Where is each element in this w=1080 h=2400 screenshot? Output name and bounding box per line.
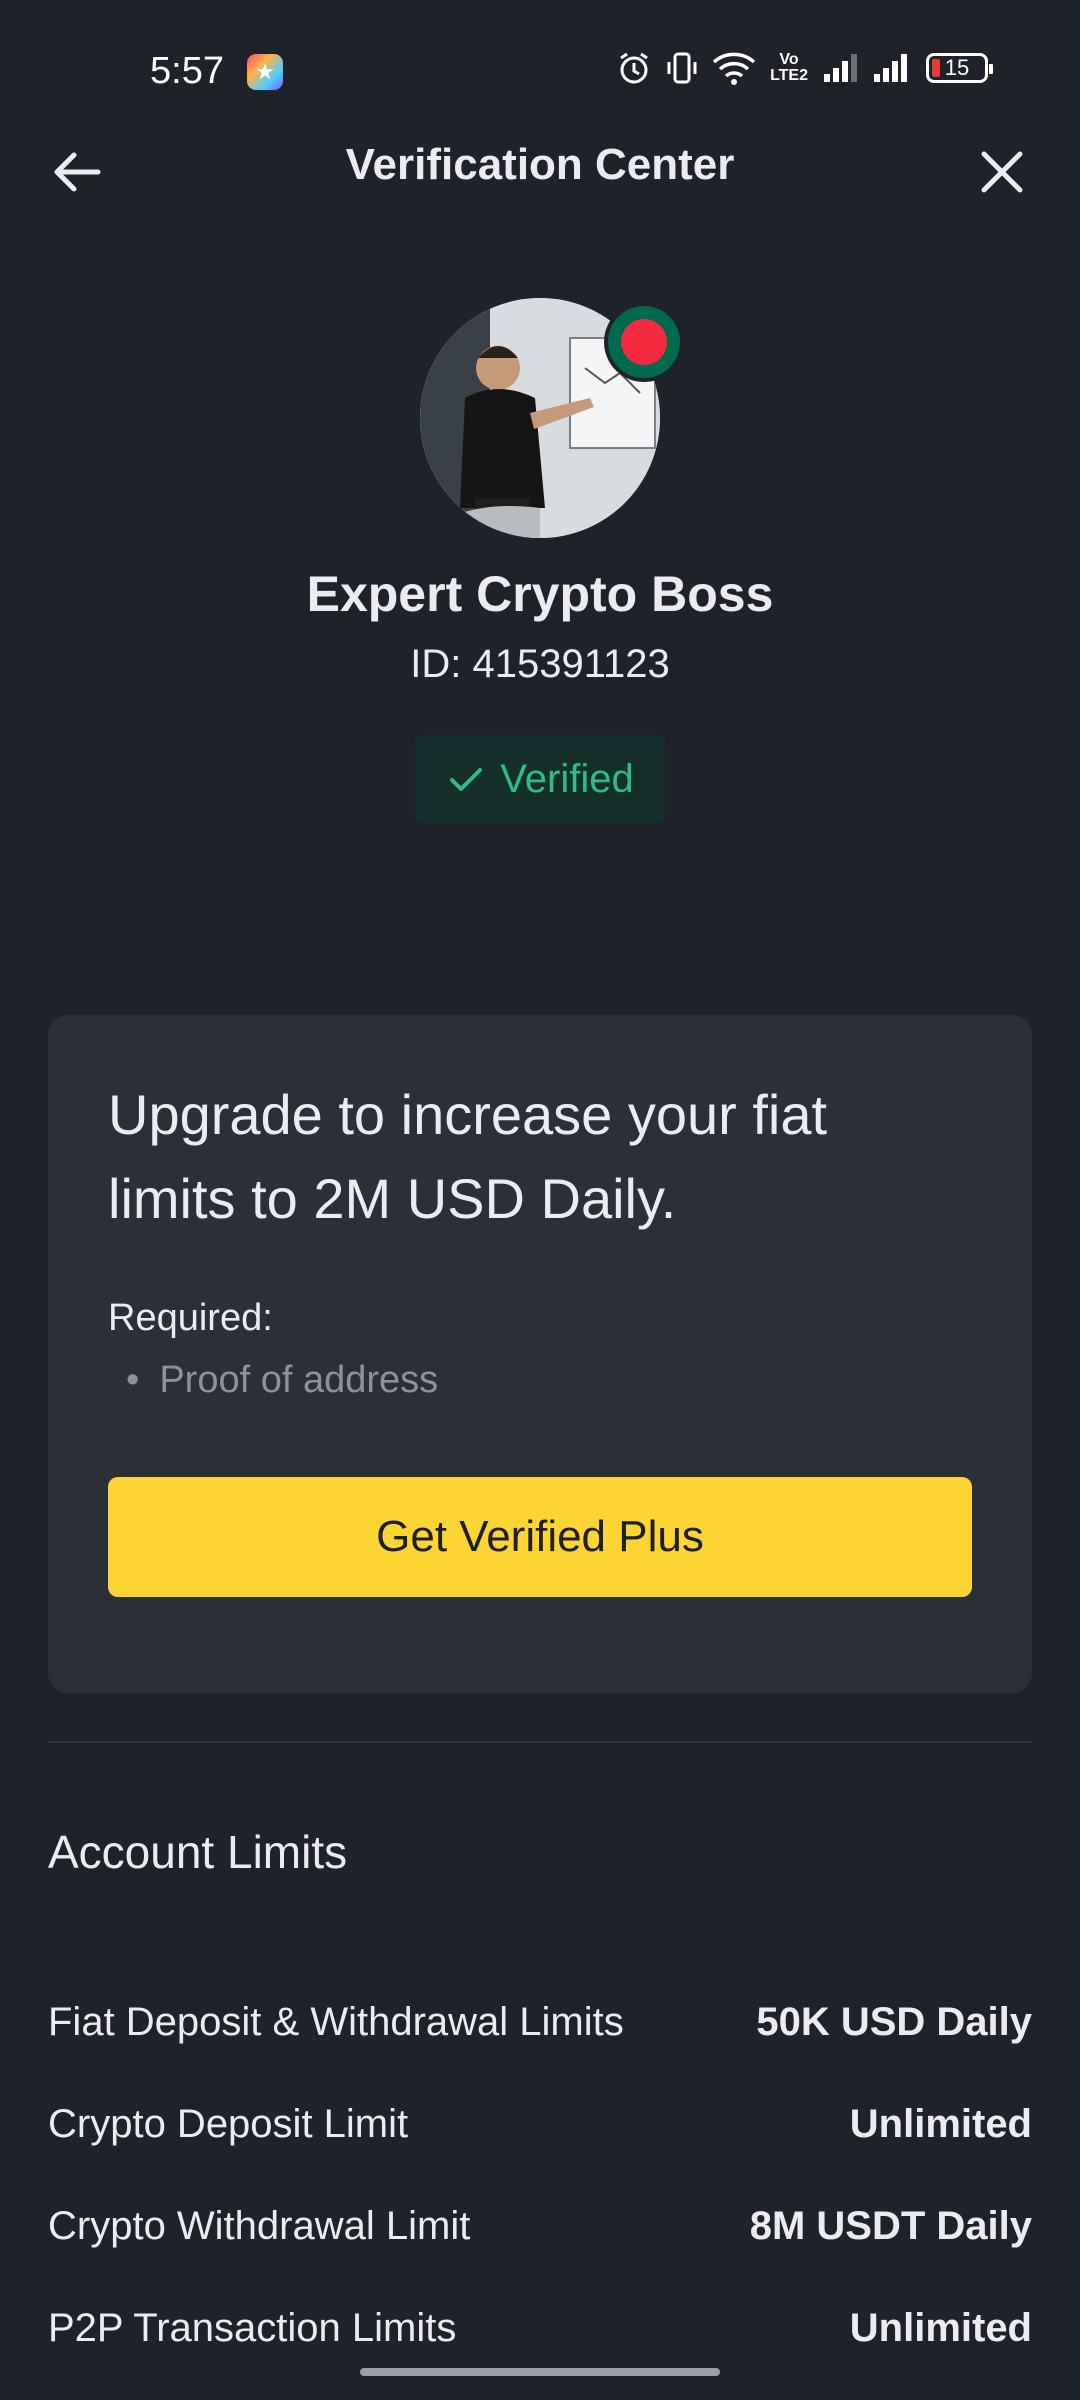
upgrade-title: Upgrade to increase your fiat limits to … — [108, 1083, 828, 1230]
close-icon — [981, 151, 1023, 193]
required-label: Required: — [108, 1297, 273, 1339]
alarm-icon — [616, 50, 652, 86]
checkmark-icon — [450, 768, 483, 791]
page-title: Verification Center — [345, 140, 735, 189]
divider — [48, 1741, 1032, 1743]
required-item-label: Proof of address — [159, 1359, 439, 1401]
limit-label: Crypto Deposit Limit — [48, 2101, 409, 2146]
status-icons: Vo LTE2 15 — [616, 50, 993, 86]
limit-row: Crypto Withdrawal Limit 8M USDT Daily — [48, 2196, 1032, 2256]
limit-value: 50K USD Daily — [756, 1999, 1032, 2044]
bangladesh-flag-icon — [604, 302, 684, 382]
home-indicator[interactable] — [360, 2368, 720, 2376]
status-bar: 5:57 ★ Vo LTE2 15 — [0, 0, 1080, 140]
limit-label: Fiat Deposit & Withdrawal Limits — [48, 1999, 624, 2044]
signal-icon — [822, 52, 858, 84]
upgrade-card: Upgrade to increase your fiat limits to … — [48, 1015, 1032, 1693]
status-time: 5:57 — [150, 50, 224, 92]
volte-icon: Vo LTE2 — [770, 51, 808, 84]
battery-percent: 15 — [944, 55, 970, 80]
vibrate-icon — [666, 50, 698, 86]
signal-icon — [872, 52, 912, 84]
account-limits-title: Account Limits — [48, 1826, 348, 1878]
get-verified-plus-button[interactable]: Get Verified Plus — [108, 1477, 972, 1597]
header: Verification Center — [0, 120, 1080, 220]
limit-row: Crypto Deposit Limit Unlimited — [48, 2094, 1032, 2154]
required-item: • Proof of address — [126, 1359, 438, 1402]
limit-value: 8M USDT Daily — [749, 2203, 1032, 2248]
avatar-container — [420, 298, 684, 538]
verified-label: Verified — [500, 756, 634, 801]
limit-row: P2P Transaction Limits Unlimited — [48, 2298, 1032, 2358]
limit-row: Fiat Deposit & Withdrawal Limits 50K USD… — [48, 1992, 1032, 2052]
bullet-icon: • — [126, 1359, 140, 1401]
verified-badge: Verified — [415, 735, 665, 823]
close-button[interactable] — [972, 142, 1032, 202]
limit-value: Unlimited — [849, 2101, 1032, 2146]
limit-value: Unlimited — [849, 2305, 1032, 2350]
battery-icon: 15 — [926, 53, 993, 83]
app-notification-icon: ★ — [247, 54, 283, 90]
user-id: ID: 415391123 — [410, 642, 670, 686]
limit-label: P2P Transaction Limits — [48, 2305, 457, 2350]
wifi-icon — [712, 50, 756, 86]
limit-label: Crypto Withdrawal Limit — [48, 2203, 471, 2248]
user-name: Expert Crypto Boss — [306, 566, 774, 622]
